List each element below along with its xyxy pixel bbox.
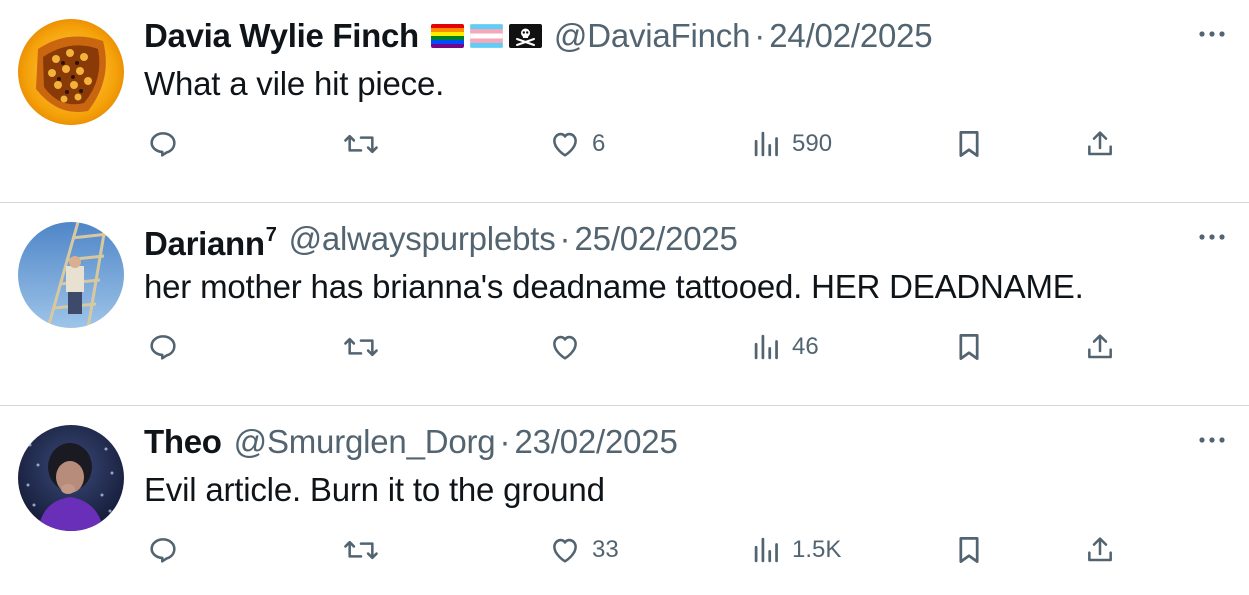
- portrait-avatar-icon: [18, 425, 124, 531]
- like-button[interactable]: 33: [548, 530, 619, 570]
- share-button[interactable]: [1084, 530, 1116, 570]
- separator-dot: ·: [499, 423, 511, 460]
- retweet-button[interactable]: [342, 124, 380, 164]
- reply-icon: [146, 533, 180, 567]
- views-button[interactable]: 46: [752, 327, 819, 367]
- separator-dot: ·: [754, 17, 766, 54]
- action-bar: 33 1.5K: [144, 530, 1124, 570]
- pirate-flag-icon: [508, 24, 542, 48]
- view-count: 46: [792, 333, 819, 360]
- rainbow-flag-icon: [430, 24, 464, 48]
- tweet-header: Theo @Smurglen_Dorg · 23/02/2025: [144, 420, 678, 464]
- tweet-date[interactable]: 25/02/2025: [575, 217, 738, 261]
- retweet-icon: [342, 330, 380, 364]
- butterfly-avatar-icon: [18, 19, 124, 125]
- bookmark-icon: [954, 330, 984, 364]
- tweet[interactable]: Davia Wylie Finch @DaviaFinch · 24/02/20…: [0, 0, 1249, 203]
- display-name[interactable]: Theo: [144, 420, 222, 464]
- views-button[interactable]: 1.5K: [752, 530, 841, 570]
- tweet[interactable]: Theo @Smurglen_Dorg · 23/02/2025 Evil ar…: [0, 406, 1249, 595]
- share-icon: [1084, 127, 1116, 161]
- bookmark-button[interactable]: [954, 530, 984, 570]
- avatar[interactable]: [18, 425, 124, 531]
- retweet-icon: [342, 533, 380, 567]
- heart-icon: [548, 330, 582, 364]
- views-icon: [752, 127, 782, 161]
- retweet-button[interactable]: [342, 327, 380, 367]
- retweet-icon: [342, 127, 380, 161]
- more-icon[interactable]: [1197, 225, 1227, 249]
- display-name[interactable]: Dariann7: [144, 213, 277, 266]
- bookmark-button[interactable]: [954, 327, 984, 367]
- reply-icon: [146, 127, 180, 161]
- display-name[interactable]: Davia Wylie Finch: [144, 14, 419, 58]
- tweet-feed: Davia Wylie Finch @DaviaFinch · 24/02/20…: [0, 0, 1249, 595]
- bookmark-icon: [954, 127, 984, 161]
- user-handle[interactable]: @Smurglen_Dorg: [234, 420, 496, 464]
- like-button[interactable]: 6: [548, 124, 605, 164]
- view-count: 590: [792, 130, 833, 157]
- user-handle[interactable]: @alwayspurplebts: [289, 217, 556, 261]
- bookmark-icon: [954, 533, 984, 567]
- like-count: 6: [592, 130, 606, 157]
- tweet[interactable]: Dariann7 @alwayspurplebts · 25/02/2025 h…: [0, 203, 1249, 406]
- display-name-text: Dariann: [144, 224, 265, 262]
- tweet-date[interactable]: 24/02/2025: [769, 14, 932, 58]
- tweet-text: What a vile hit piece.: [144, 65, 445, 102]
- tweet-header: Davia Wylie Finch @DaviaFinch · 24/02/20…: [144, 14, 933, 58]
- reply-button[interactable]: [146, 530, 180, 570]
- tower-avatar-icon: [18, 222, 124, 328]
- like-count: 33: [592, 536, 619, 563]
- avatar[interactable]: [18, 222, 124, 328]
- tweet-text: her mother has brianna's deadname tattoo…: [144, 268, 1084, 305]
- reply-button[interactable]: [146, 124, 180, 164]
- share-button[interactable]: [1084, 327, 1116, 367]
- reply-button[interactable]: [146, 327, 180, 367]
- retweet-button[interactable]: [342, 530, 380, 570]
- views-icon: [752, 330, 782, 364]
- bookmark-button[interactable]: [954, 124, 984, 164]
- user-handle[interactable]: @DaviaFinch: [554, 14, 751, 58]
- separator-dot: ·: [559, 220, 571, 257]
- tweet-date[interactable]: 23/02/2025: [514, 420, 677, 464]
- more-icon[interactable]: [1197, 428, 1227, 452]
- action-bar: 46: [144, 327, 1124, 367]
- share-button[interactable]: [1084, 124, 1116, 164]
- avatar[interactable]: [18, 19, 124, 125]
- like-button[interactable]: [548, 327, 592, 367]
- view-count: 1.5K: [792, 536, 842, 563]
- views-button[interactable]: 590: [752, 124, 832, 164]
- heart-icon: [548, 533, 582, 567]
- views-icon: [752, 533, 782, 567]
- reply-icon: [146, 330, 180, 364]
- heart-icon: [548, 127, 582, 161]
- share-icon: [1084, 330, 1116, 364]
- share-icon: [1084, 533, 1116, 567]
- tweet-header: Dariann7 @alwayspurplebts · 25/02/2025: [144, 217, 738, 262]
- name-emojis: [430, 24, 542, 48]
- more-icon[interactable]: [1197, 22, 1227, 46]
- transgender-flag-icon: [469, 24, 503, 48]
- tweet-text: Evil article. Burn it to the ground: [144, 471, 605, 508]
- action-bar: 6 590: [144, 124, 1124, 164]
- name-superscript: 7: [265, 223, 277, 246]
